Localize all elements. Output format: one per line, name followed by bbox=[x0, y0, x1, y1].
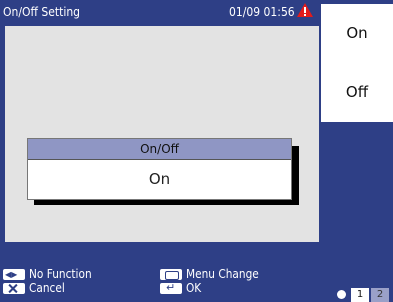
dialog-value: On bbox=[148, 170, 171, 188]
menu-icon bbox=[160, 269, 182, 280]
page-2-button[interactable]: 2 bbox=[371, 288, 389, 302]
enter-icon bbox=[160, 281, 182, 295]
cancel-icon bbox=[3, 283, 25, 294]
off-button[interactable]: Off bbox=[321, 62, 393, 122]
on-off-dialog: On/Off On bbox=[27, 138, 292, 200]
left-right-arrows-icon bbox=[3, 268, 25, 282]
datetime: 01/09 01:56 bbox=[229, 5, 295, 19]
footer-menu-change: Menu Change bbox=[160, 267, 269, 281]
footer: No Function Cancel Menu Change OK bbox=[0, 266, 393, 298]
page-1-button[interactable]: 1 bbox=[351, 288, 369, 302]
screen-title: On/Off Setting bbox=[3, 5, 81, 19]
dialog-title: On/Off bbox=[28, 139, 291, 160]
side-menu: On Off bbox=[319, 0, 393, 298]
on-button[interactable]: On bbox=[321, 4, 393, 62]
footer-cancel: Cancel bbox=[3, 281, 70, 295]
title-bar: On/Off Setting 01/09 01:56 bbox=[0, 0, 319, 26]
footer-no-function: No Function bbox=[3, 267, 100, 282]
footer-ok: OK bbox=[160, 281, 203, 295]
warning-triangle-icon bbox=[297, 3, 313, 17]
main-panel: On/Off On bbox=[5, 26, 319, 242]
